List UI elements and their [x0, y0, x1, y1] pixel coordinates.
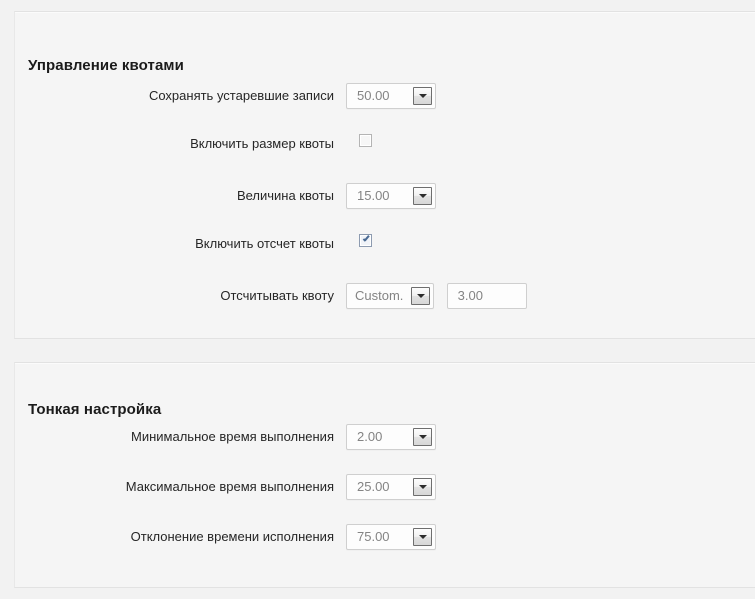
- spinner-value-max-execution-time[interactable]: 25.00: [347, 475, 409, 499]
- row-quota-amount: Величина квоты 15.00: [15, 183, 755, 211]
- control-count-quota-by: Custom. 3.00: [346, 283, 527, 311]
- spinner-execution-time-deviation[interactable]: 75.00: [346, 524, 436, 550]
- spinner-value-quota-amount[interactable]: 15.00: [347, 184, 409, 208]
- chevron-down-icon: [418, 535, 427, 539]
- label-quota-amount: Величина квоты: [236, 188, 334, 203]
- spinner-keep-stale-records[interactable]: 50.00: [346, 83, 436, 109]
- spinner-dropdown-button-keep-stale-records[interactable]: [413, 87, 432, 105]
- label-execution-time-deviation: Отклонение времени исполнения: [130, 529, 334, 544]
- label-keep-stale-records: Сохранять устаревшие записи: [148, 88, 334, 103]
- chevron-down-icon: [418, 485, 427, 489]
- label-count-quota-by: Отсчитывать квоту: [220, 288, 334, 303]
- panel-fine-tuning: Тонкая настройка Минимальное время выпол…: [14, 362, 755, 588]
- chevron-down-icon: [418, 194, 427, 198]
- row-keep-stale-records: Сохранять устаревшие записи 50.00: [15, 83, 755, 111]
- select-count-quota-by[interactable]: Custom.: [346, 283, 434, 309]
- row-execution-time-deviation: Отклонение времени исполнения 75.00: [15, 524, 755, 552]
- control-keep-stale-records: 50.00: [346, 83, 436, 111]
- control-execution-time-deviation: 75.00: [346, 524, 436, 552]
- label-enable-quota-count: Включить отсчет квоты: [195, 236, 334, 251]
- panel-quota-management: Управление квотами Сохранять устаревшие …: [14, 11, 755, 339]
- spinner-dropdown-button-min-execution-time[interactable]: [413, 428, 432, 446]
- row-enable-quota-size: Включить размер квоты: [15, 131, 755, 159]
- label-min-execution-time: Минимальное время выполнения: [131, 429, 334, 444]
- chevron-down-icon: [418, 435, 427, 439]
- chevron-down-icon: [416, 294, 425, 298]
- row-min-execution-time: Минимальное время выполнения 2.00: [15, 424, 755, 452]
- spinner-max-execution-time[interactable]: 25.00: [346, 474, 436, 500]
- select-dropdown-button-count-quota-by[interactable]: [411, 287, 430, 305]
- spinner-min-execution-time[interactable]: 2.00: [346, 424, 436, 450]
- spinner-value-keep-stale-records[interactable]: 50.00: [347, 84, 409, 108]
- row-enable-quota-count: Включить отсчет квоты: [15, 231, 755, 259]
- row-count-quota-by: Отсчитывать квоту Custom. 3.00: [15, 283, 755, 311]
- control-min-execution-time: 2.00: [346, 424, 436, 452]
- panel-title-tuning: Тонкая настройка: [28, 401, 162, 419]
- select-value-count-quota-by[interactable]: Custom.: [347, 284, 409, 308]
- panel-title-quota: Управление квотами: [28, 57, 184, 75]
- label-max-execution-time: Максимальное время выполнения: [125, 479, 334, 494]
- spinner-dropdown-button-execution-time-deviation[interactable]: [413, 528, 432, 546]
- spinner-quota-amount[interactable]: 15.00: [346, 183, 436, 209]
- checkbox-enable-quota-count[interactable]: [359, 234, 372, 247]
- settings-page: Управление квотами Сохранять устаревшие …: [0, 0, 755, 599]
- checkbox-enable-quota-size[interactable]: [359, 134, 372, 147]
- spinner-value-min-execution-time[interactable]: 2.00: [347, 425, 409, 449]
- spinner-dropdown-button-quota-amount[interactable]: [413, 187, 432, 205]
- spinner-value-execution-time-deviation[interactable]: 75.00: [347, 525, 409, 549]
- control-enable-quota-size: [359, 131, 372, 159]
- control-max-execution-time: 25.00: [346, 474, 436, 502]
- control-enable-quota-count: [359, 231, 372, 259]
- chevron-down-icon: [418, 94, 427, 98]
- label-enable-quota-size: Включить размер квоты: [190, 136, 334, 151]
- input-count-quota-value[interactable]: 3.00: [446, 283, 527, 309]
- control-quota-amount: 15.00: [346, 183, 436, 211]
- spinner-dropdown-button-max-execution-time[interactable]: [413, 478, 432, 496]
- row-max-execution-time: Максимальное время выполнения 25.00: [15, 474, 755, 502]
- check-icon: [362, 236, 370, 243]
